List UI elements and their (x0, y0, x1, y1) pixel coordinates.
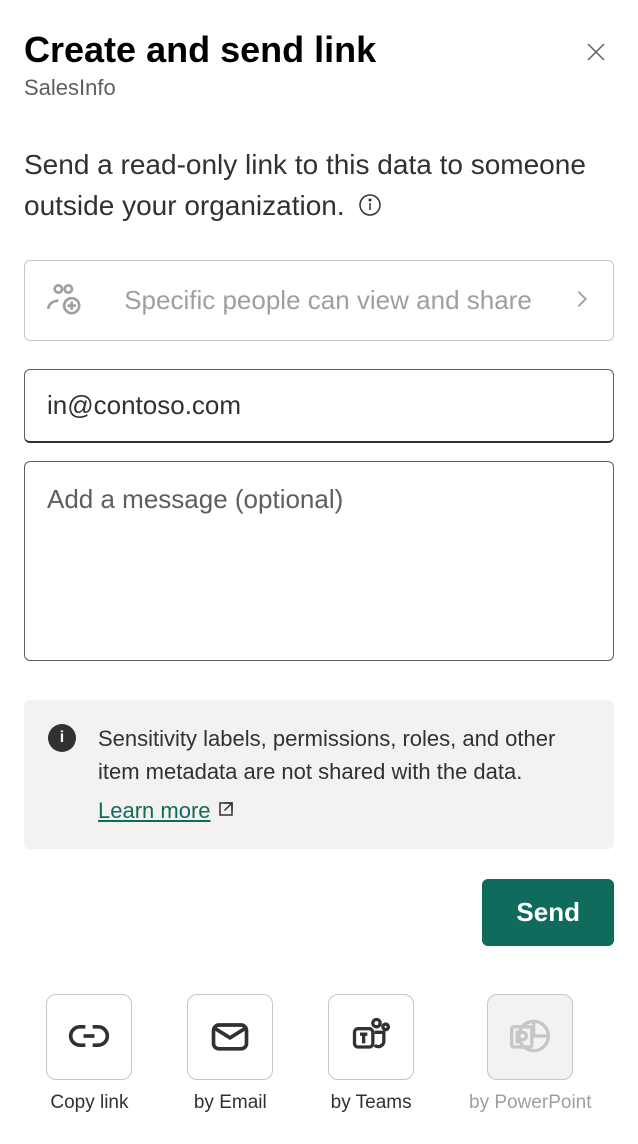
by-powerpoint-action: by PowerPoint (469, 994, 592, 1114)
people-icon (45, 279, 85, 322)
permission-selector[interactable]: Specific people can view and share (24, 260, 614, 341)
dialog-description: Send a read-only link to this data to so… (24, 149, 586, 221)
by-teams-label: by Teams (331, 1092, 412, 1114)
close-icon (584, 52, 608, 67)
learn-more-label: Learn more (98, 794, 211, 827)
teams-icon (349, 1014, 393, 1061)
info-icon[interactable] (358, 193, 382, 217)
by-powerpoint-label: by PowerPoint (469, 1092, 592, 1114)
recipient-input[interactable] (24, 369, 614, 443)
external-link-icon (217, 794, 235, 827)
email-icon (208, 1014, 252, 1061)
info-badge-icon: i (48, 724, 76, 752)
dialog-title: Create and send link (24, 28, 376, 71)
dialog-subtitle: SalesInfo (24, 75, 376, 101)
by-email-label: by Email (194, 1092, 267, 1114)
send-button[interactable]: Send (482, 879, 614, 946)
info-banner: i Sensitivity labels, permissions, roles… (24, 700, 614, 849)
by-teams-action[interactable]: by Teams (328, 994, 414, 1114)
by-email-action[interactable]: by Email (187, 994, 273, 1114)
copy-link-label: Copy link (50, 1092, 128, 1114)
link-icon (67, 1014, 111, 1061)
copy-link-action[interactable]: Copy link (46, 994, 132, 1114)
message-input[interactable] (24, 461, 614, 661)
info-banner-text: Sensitivity labels, permissions, roles, … (98, 726, 555, 784)
learn-more-link[interactable]: Learn more (98, 794, 235, 827)
powerpoint-icon (508, 1014, 552, 1061)
permission-label: Specific people can view and share (105, 283, 551, 318)
close-button[interactable] (578, 34, 614, 73)
chevron-right-icon (571, 288, 593, 313)
